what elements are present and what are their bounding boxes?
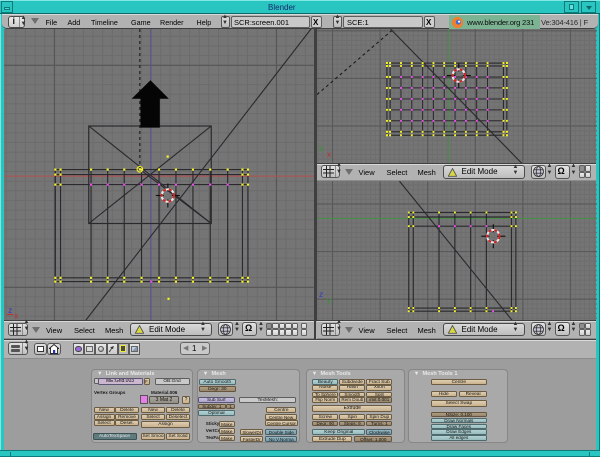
svg-text:x: x: [14, 312, 18, 320]
svg-text:x: x: [327, 150, 331, 159]
svg-text:y: y: [327, 295, 331, 304]
svg-text:z: z: [8, 306, 12, 315]
svg-text:y: y: [319, 143, 323, 152]
svg-text:z: z: [319, 289, 323, 298]
